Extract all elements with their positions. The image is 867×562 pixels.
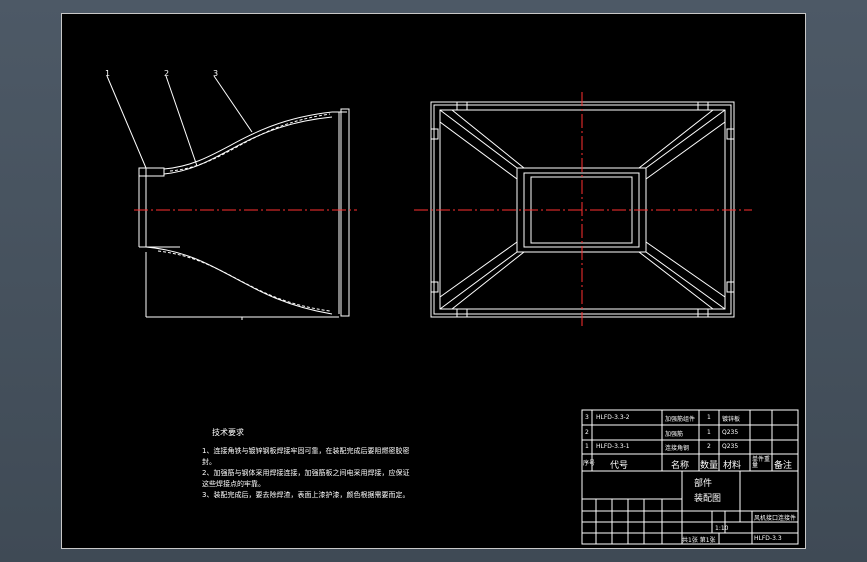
part-name: 加强筋组件 bbox=[665, 416, 696, 423]
callout-3: 3 bbox=[213, 69, 219, 78]
drawing-name: 风机接口连接件 bbox=[754, 515, 797, 522]
drawing-number: HLFD-3.3 bbox=[754, 535, 782, 542]
part-material: Q235 bbox=[722, 429, 739, 436]
part-material: Q235 bbox=[722, 443, 739, 450]
part-qty: 1 bbox=[707, 414, 711, 421]
note-item: 2、加强筋与钢体采用焊接连接，加强筋板之间电采用焊接，应保证这些焊接点的牢靠。 bbox=[202, 469, 410, 488]
part-code: HLFD-3.3-2 bbox=[596, 414, 630, 421]
title-line2: 装配图 bbox=[694, 494, 722, 504]
part-qty: 2 bbox=[707, 443, 711, 450]
callout-1: 1 bbox=[105, 69, 111, 78]
note-item: 3、装配完成后，要去除焊渣，表面上漆护漆，颜色根据需要而定。 bbox=[202, 491, 410, 499]
technical-notes: 技术要求 1、连接角铁与镀锌钢板焊接牢固可靠，在装配完成后要阻燃密胶密封。 2、… bbox=[202, 427, 412, 501]
header-code: 代号 bbox=[610, 461, 629, 471]
sheet-count: 共1张 第1张 bbox=[682, 537, 716, 544]
part-qty: 1 bbox=[707, 429, 711, 436]
title-line1: 部件 bbox=[694, 479, 713, 489]
notes-title: 技术要求 bbox=[212, 428, 244, 437]
title-block-grid bbox=[581, 409, 799, 545]
part-no: 3 bbox=[585, 414, 589, 421]
part-code: HLFD-3.3-1 bbox=[596, 443, 630, 450]
header-name: 名称 bbox=[671, 461, 690, 471]
header-material: 材料 bbox=[723, 461, 742, 471]
part-name: 加强筋 bbox=[665, 431, 684, 438]
callout-2: 2 bbox=[164, 69, 170, 78]
scale: 1:10 bbox=[715, 525, 729, 532]
header-remark: 备注 bbox=[774, 461, 793, 471]
header-qty: 数量 bbox=[700, 461, 719, 471]
assembly-drawing bbox=[106, 75, 799, 545]
part-no: 2 bbox=[585, 429, 589, 436]
side-view bbox=[106, 75, 350, 320]
header-no: 序号 bbox=[583, 460, 596, 467]
part-no: 1 bbox=[585, 443, 589, 450]
header-weight: 单件重量 bbox=[752, 456, 771, 469]
part-material: 镀锌板 bbox=[722, 416, 741, 423]
part-name: 连接角钢 bbox=[665, 445, 690, 452]
drawing-sheet: 1 2 3 技术要求 1、连接角铁与镀锌钢板焊接牢固可靠，在装配完成后要阻燃密胶… bbox=[61, 13, 806, 549]
note-item: 1、连接角铁与镀锌钢板焊接牢固可靠，在装配完成后要阻燃密胶密封。 bbox=[202, 447, 410, 466]
